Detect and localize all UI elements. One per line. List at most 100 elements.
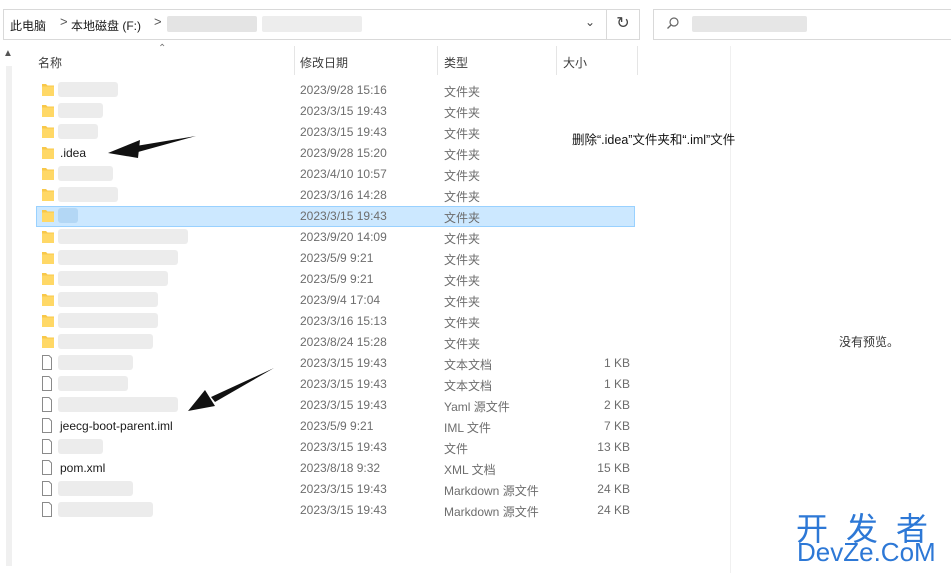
file-type: 文件夹 (444, 274, 481, 288)
chevron-down-icon[interactable]: ⌄ (585, 15, 595, 29)
file-type: 文件 (444, 442, 469, 456)
table-row[interactable]: 2023/3/15 19:43 Markdown 源文件 24 KB (0, 479, 730, 500)
table-row[interactable]: 2023/4/10 10:57 文件夹 (0, 164, 730, 185)
file-type: 文件夹 (444, 85, 481, 99)
table-row[interactable]: 2023/3/15 19:43 文件夹 (0, 101, 730, 122)
blurred-file-name[interactable] (58, 124, 98, 139)
blurred-file-name[interactable] (58, 292, 158, 307)
folder-icon (42, 84, 54, 96)
folder-icon (42, 273, 54, 285)
file-icon (42, 418, 52, 433)
table-row[interactable]: jeecg-boot-parent.iml 2023/5/9 9:21 IML 文件… (0, 416, 730, 437)
search-icon (667, 17, 679, 29)
file-date: 2023/3/15 19:43 (300, 503, 387, 517)
blurred-file-name[interactable] (58, 103, 103, 118)
breadcrumb-drive[interactable]: 本地磁盘 (F:) (71, 17, 141, 34)
table-row[interactable]: 2023/3/16 15:13 文件夹 (0, 311, 730, 332)
file-icon (42, 481, 52, 496)
file-date: 2023/5/9 9:21 (300, 419, 374, 433)
file-name[interactable]: pom.xml (60, 461, 105, 475)
table-row[interactable]: 2023/3/15 19:43 文本文档 1 KB (0, 353, 730, 374)
table-row[interactable]: 2023/3/15 19:43 文件 13 KB (0, 437, 730, 458)
refresh-icon[interactable]: ↻ (606, 10, 639, 39)
folder-icon (42, 336, 54, 348)
file-type: 文件夹 (444, 295, 481, 309)
file-date: 2023/9/20 14:09 (300, 230, 387, 244)
column-header-size[interactable]: 大小 (563, 54, 587, 71)
table-row[interactable]: 2023/3/15 19:43 文件夹 (0, 206, 730, 227)
preview-empty-text: 没有预览。 (839, 335, 900, 349)
file-size: 7 KB (603, 419, 630, 433)
table-row[interactable]: 2023/3/15 19:43 Yaml 源文件 2 KB (0, 395, 730, 416)
file-date: 2023/8/18 9:32 (300, 461, 381, 475)
blurred-file-name[interactable] (58, 166, 113, 181)
file-date: 2023/9/28 15:16 (300, 83, 387, 97)
file-type: 文件夹 (444, 211, 481, 225)
folder-icon (42, 168, 54, 180)
table-row[interactable]: 2023/9/20 14:09 文件夹 (0, 227, 730, 248)
search-box[interactable] (653, 9, 951, 40)
blurred-file-name[interactable] (58, 397, 178, 412)
file-type: 文件夹 (444, 316, 481, 330)
file-date: 2023/3/15 19:43 (300, 482, 387, 496)
annotation-text: 删除“.idea”文件夹和“.iml”文件 (572, 133, 736, 147)
file-size: 13 KB (597, 440, 630, 454)
file-date: 2023/3/15 19:43 (300, 125, 387, 139)
blurred-file-name[interactable] (58, 250, 178, 265)
breadcrumb-this-pc[interactable]: 此电脑 (10, 17, 46, 34)
file-size: 24 KB (597, 482, 630, 496)
column-header-name[interactable]: 名称 (38, 54, 62, 71)
blurred-file-name[interactable] (58, 82, 118, 97)
watermark-domain: DevZe.CoM (797, 537, 936, 567)
column-header-date[interactable]: 修改日期 (300, 54, 348, 71)
blurred-file-name[interactable] (58, 376, 128, 391)
table-row[interactable]: 2023/3/15 19:43 Markdown 源文件 24 KB (0, 500, 730, 521)
file-icon (42, 439, 52, 454)
table-row[interactable]: 2023/3/15 19:43 文本文档 1 KB (0, 374, 730, 395)
address-toolbar: 此电脑 > 本地磁盘 (F:) > ⌄ ↻ (0, 0, 951, 46)
column-divider[interactable] (437, 46, 438, 75)
folder-icon (42, 315, 54, 327)
blurred-file-name[interactable] (58, 481, 133, 496)
file-name[interactable]: .idea (60, 146, 86, 160)
blurred-file-name[interactable] (58, 229, 188, 244)
column-divider[interactable] (294, 46, 295, 75)
file-date: 2023/3/16 14:28 (300, 188, 387, 202)
file-size: 24 KB (597, 503, 630, 517)
file-date: 2023/5/9 9:21 (300, 272, 374, 286)
file-type: 文件夹 (444, 127, 481, 141)
table-row[interactable]: 2023/9/4 17:04 文件夹 (0, 290, 730, 311)
blurred-file-name[interactable] (58, 334, 153, 349)
table-row[interactable]: pom.xml 2023/8/18 9:32 XML 文档 15 KB (0, 458, 730, 479)
folder-icon (42, 147, 54, 159)
address-bar[interactable]: 此电脑 > 本地磁盘 (F:) > ⌄ ↻ (3, 9, 640, 40)
blurred-file-name[interactable] (58, 271, 168, 286)
file-type: 文件夹 (444, 169, 481, 183)
blurred-file-name[interactable] (58, 313, 158, 328)
breadcrumb-separator-icon[interactable]: > (154, 14, 162, 29)
table-row[interactable]: 2023/5/9 9:21 文件夹 (0, 269, 730, 290)
column-divider[interactable] (637, 46, 638, 75)
blurred-file-name[interactable] (58, 208, 78, 223)
blurred-file-name[interactable] (58, 355, 133, 370)
table-row[interactable]: 2023/9/28 15:16 文件夹 (0, 80, 730, 101)
file-icon (42, 376, 52, 391)
file-icon (42, 502, 52, 517)
file-type: IML 文件 (444, 421, 491, 435)
file-size: 2 KB (603, 398, 630, 412)
table-row[interactable]: 2023/8/24 15:28 文件夹 (0, 332, 730, 353)
scroll-up-icon[interactable]: ▲ (3, 48, 13, 59)
file-icon (42, 355, 52, 370)
table-row[interactable]: 2023/3/16 14:28 文件夹 (0, 185, 730, 206)
blurred-file-name[interactable] (58, 187, 118, 202)
blurred-file-name[interactable] (58, 502, 153, 517)
column-divider[interactable] (556, 46, 557, 75)
folder-icon (42, 126, 54, 138)
blurred-path (167, 16, 257, 32)
file-name[interactable]: jeecg-boot-parent.iml (60, 419, 173, 433)
column-header-type[interactable]: 类型 (444, 54, 468, 71)
blurred-file-name[interactable] (58, 439, 103, 454)
table-row[interactable]: 2023/5/9 9:21 文件夹 (0, 248, 730, 269)
breadcrumb-separator-icon[interactable]: > (60, 14, 68, 29)
folder-icon (42, 189, 54, 201)
